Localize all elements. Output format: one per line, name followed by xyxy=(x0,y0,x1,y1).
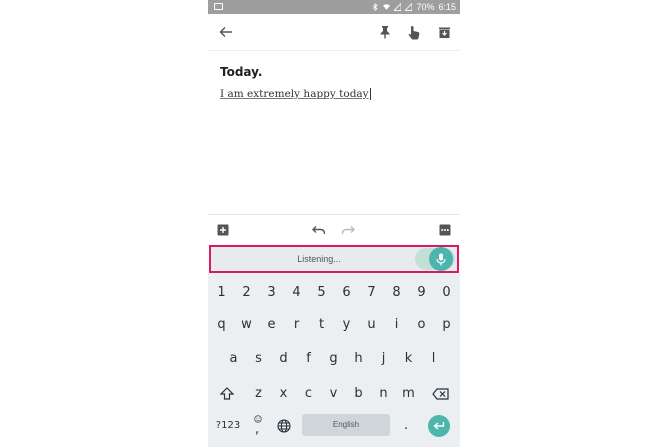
key-0[interactable]: 0 xyxy=(434,278,459,308)
key-s[interactable]: s xyxy=(246,344,271,374)
app-bar xyxy=(208,14,460,51)
text-cursor xyxy=(369,88,371,100)
symbols-key[interactable]: ?123 xyxy=(210,411,246,441)
signal-1-icon xyxy=(394,3,402,11)
key-q[interactable]: q xyxy=(209,310,234,340)
shift-key[interactable] xyxy=(216,379,238,409)
key-i[interactable]: i xyxy=(384,310,409,340)
key-h[interactable]: h xyxy=(346,344,371,374)
gallery-notification-icon xyxy=(214,3,223,10)
key-r[interactable]: r xyxy=(284,310,309,340)
listening-status: Listening... xyxy=(297,254,341,264)
undo-button[interactable] xyxy=(311,222,327,238)
note-body-text: I am extremely happy today xyxy=(220,88,369,100)
comma-label: , xyxy=(255,422,260,437)
emoji-comma-key[interactable]: , xyxy=(248,411,268,441)
key-x[interactable]: x xyxy=(271,379,296,409)
number-row: 1234567890 xyxy=(208,278,460,308)
key-2[interactable]: 2 xyxy=(234,278,259,308)
bluetooth-icon xyxy=(373,3,379,11)
pin-button[interactable] xyxy=(375,22,395,42)
more-icon xyxy=(439,224,451,236)
key-e[interactable]: e xyxy=(259,310,284,340)
space-bar[interactable]: English xyxy=(302,414,390,436)
status-bar: 70% 6:15 xyxy=(208,0,460,14)
mic-icon xyxy=(436,253,446,265)
add-box-icon xyxy=(217,224,229,236)
note-title[interactable]: Today. xyxy=(220,65,262,79)
key-y[interactable]: y xyxy=(334,310,359,340)
undo-icon xyxy=(312,226,326,235)
key-5[interactable]: 5 xyxy=(309,278,334,308)
editor-toolbar xyxy=(208,214,460,245)
key-1[interactable]: 1 xyxy=(209,278,234,308)
add-button[interactable] xyxy=(215,222,231,238)
key-4[interactable]: 4 xyxy=(284,278,309,308)
redo-icon xyxy=(341,226,355,235)
keyboard-row-3: zxcvbnm xyxy=(208,379,460,409)
clock-time: 6:15 xyxy=(438,2,456,12)
key-k[interactable]: k xyxy=(396,344,421,374)
pin-icon xyxy=(380,26,390,39)
signal-2-icon xyxy=(405,3,413,11)
archive-button[interactable] xyxy=(434,22,454,42)
mic-button[interactable] xyxy=(429,247,453,271)
key-v[interactable]: v xyxy=(321,379,346,409)
globe-icon xyxy=(277,418,291,433)
key-o[interactable]: o xyxy=(409,310,434,340)
key-j[interactable]: j xyxy=(371,344,396,374)
period-key[interactable]: . xyxy=(396,411,416,441)
key-a[interactable]: a xyxy=(221,344,246,374)
key-8[interactable]: 8 xyxy=(384,278,409,308)
key-9[interactable]: 9 xyxy=(409,278,434,308)
key-w[interactable]: w xyxy=(234,310,259,340)
shift-icon xyxy=(219,387,235,400)
key-b[interactable]: b xyxy=(346,379,371,409)
more-button[interactable] xyxy=(437,222,453,238)
phone-screen: 70% 6:15 Today. I am extremely happy tod… xyxy=(208,0,460,447)
key-6[interactable]: 6 xyxy=(334,278,359,308)
enter-icon xyxy=(433,422,445,430)
keyboard-row-1: qwertyuiop xyxy=(208,310,460,340)
language-key[interactable] xyxy=(272,411,296,441)
key-u[interactable]: u xyxy=(359,310,384,340)
key-m[interactable]: m xyxy=(396,379,421,409)
key-3[interactable]: 3 xyxy=(259,278,284,308)
key-c[interactable]: c xyxy=(296,379,321,409)
hand-pointer-icon xyxy=(408,25,420,39)
key-t[interactable]: t xyxy=(309,310,334,340)
keyboard: 1234567890 qwertyuiop asdfghjkl zxcvbnm … xyxy=(208,273,460,447)
wifi-icon xyxy=(383,4,391,10)
key-g[interactable]: g xyxy=(321,344,346,374)
note-body-field[interactable]: I am extremely happy today xyxy=(220,88,371,100)
redo-button[interactable] xyxy=(340,222,356,238)
back-button[interactable] xyxy=(216,22,236,42)
note-editor[interactable]: Today. I am extremely happy today xyxy=(208,51,460,214)
key-l[interactable]: l xyxy=(421,344,446,374)
key-n[interactable]: n xyxy=(371,379,396,409)
key-7[interactable]: 7 xyxy=(359,278,384,308)
archive-icon xyxy=(438,27,450,38)
battery-percent: 70% xyxy=(416,2,435,12)
arrow-back-icon xyxy=(219,27,232,37)
reminder-button[interactable] xyxy=(404,22,424,42)
enter-key[interactable] xyxy=(428,415,450,437)
key-d[interactable]: d xyxy=(271,344,296,374)
backspace-icon xyxy=(431,387,449,400)
keyboard-row-2: asdfghjkl xyxy=(208,344,460,374)
voice-input-bar: Listening... xyxy=(209,245,459,273)
key-z[interactable]: z xyxy=(246,379,271,409)
key-p[interactable]: p xyxy=(434,310,459,340)
key-f[interactable]: f xyxy=(296,344,321,374)
backspace-key[interactable] xyxy=(427,379,453,409)
